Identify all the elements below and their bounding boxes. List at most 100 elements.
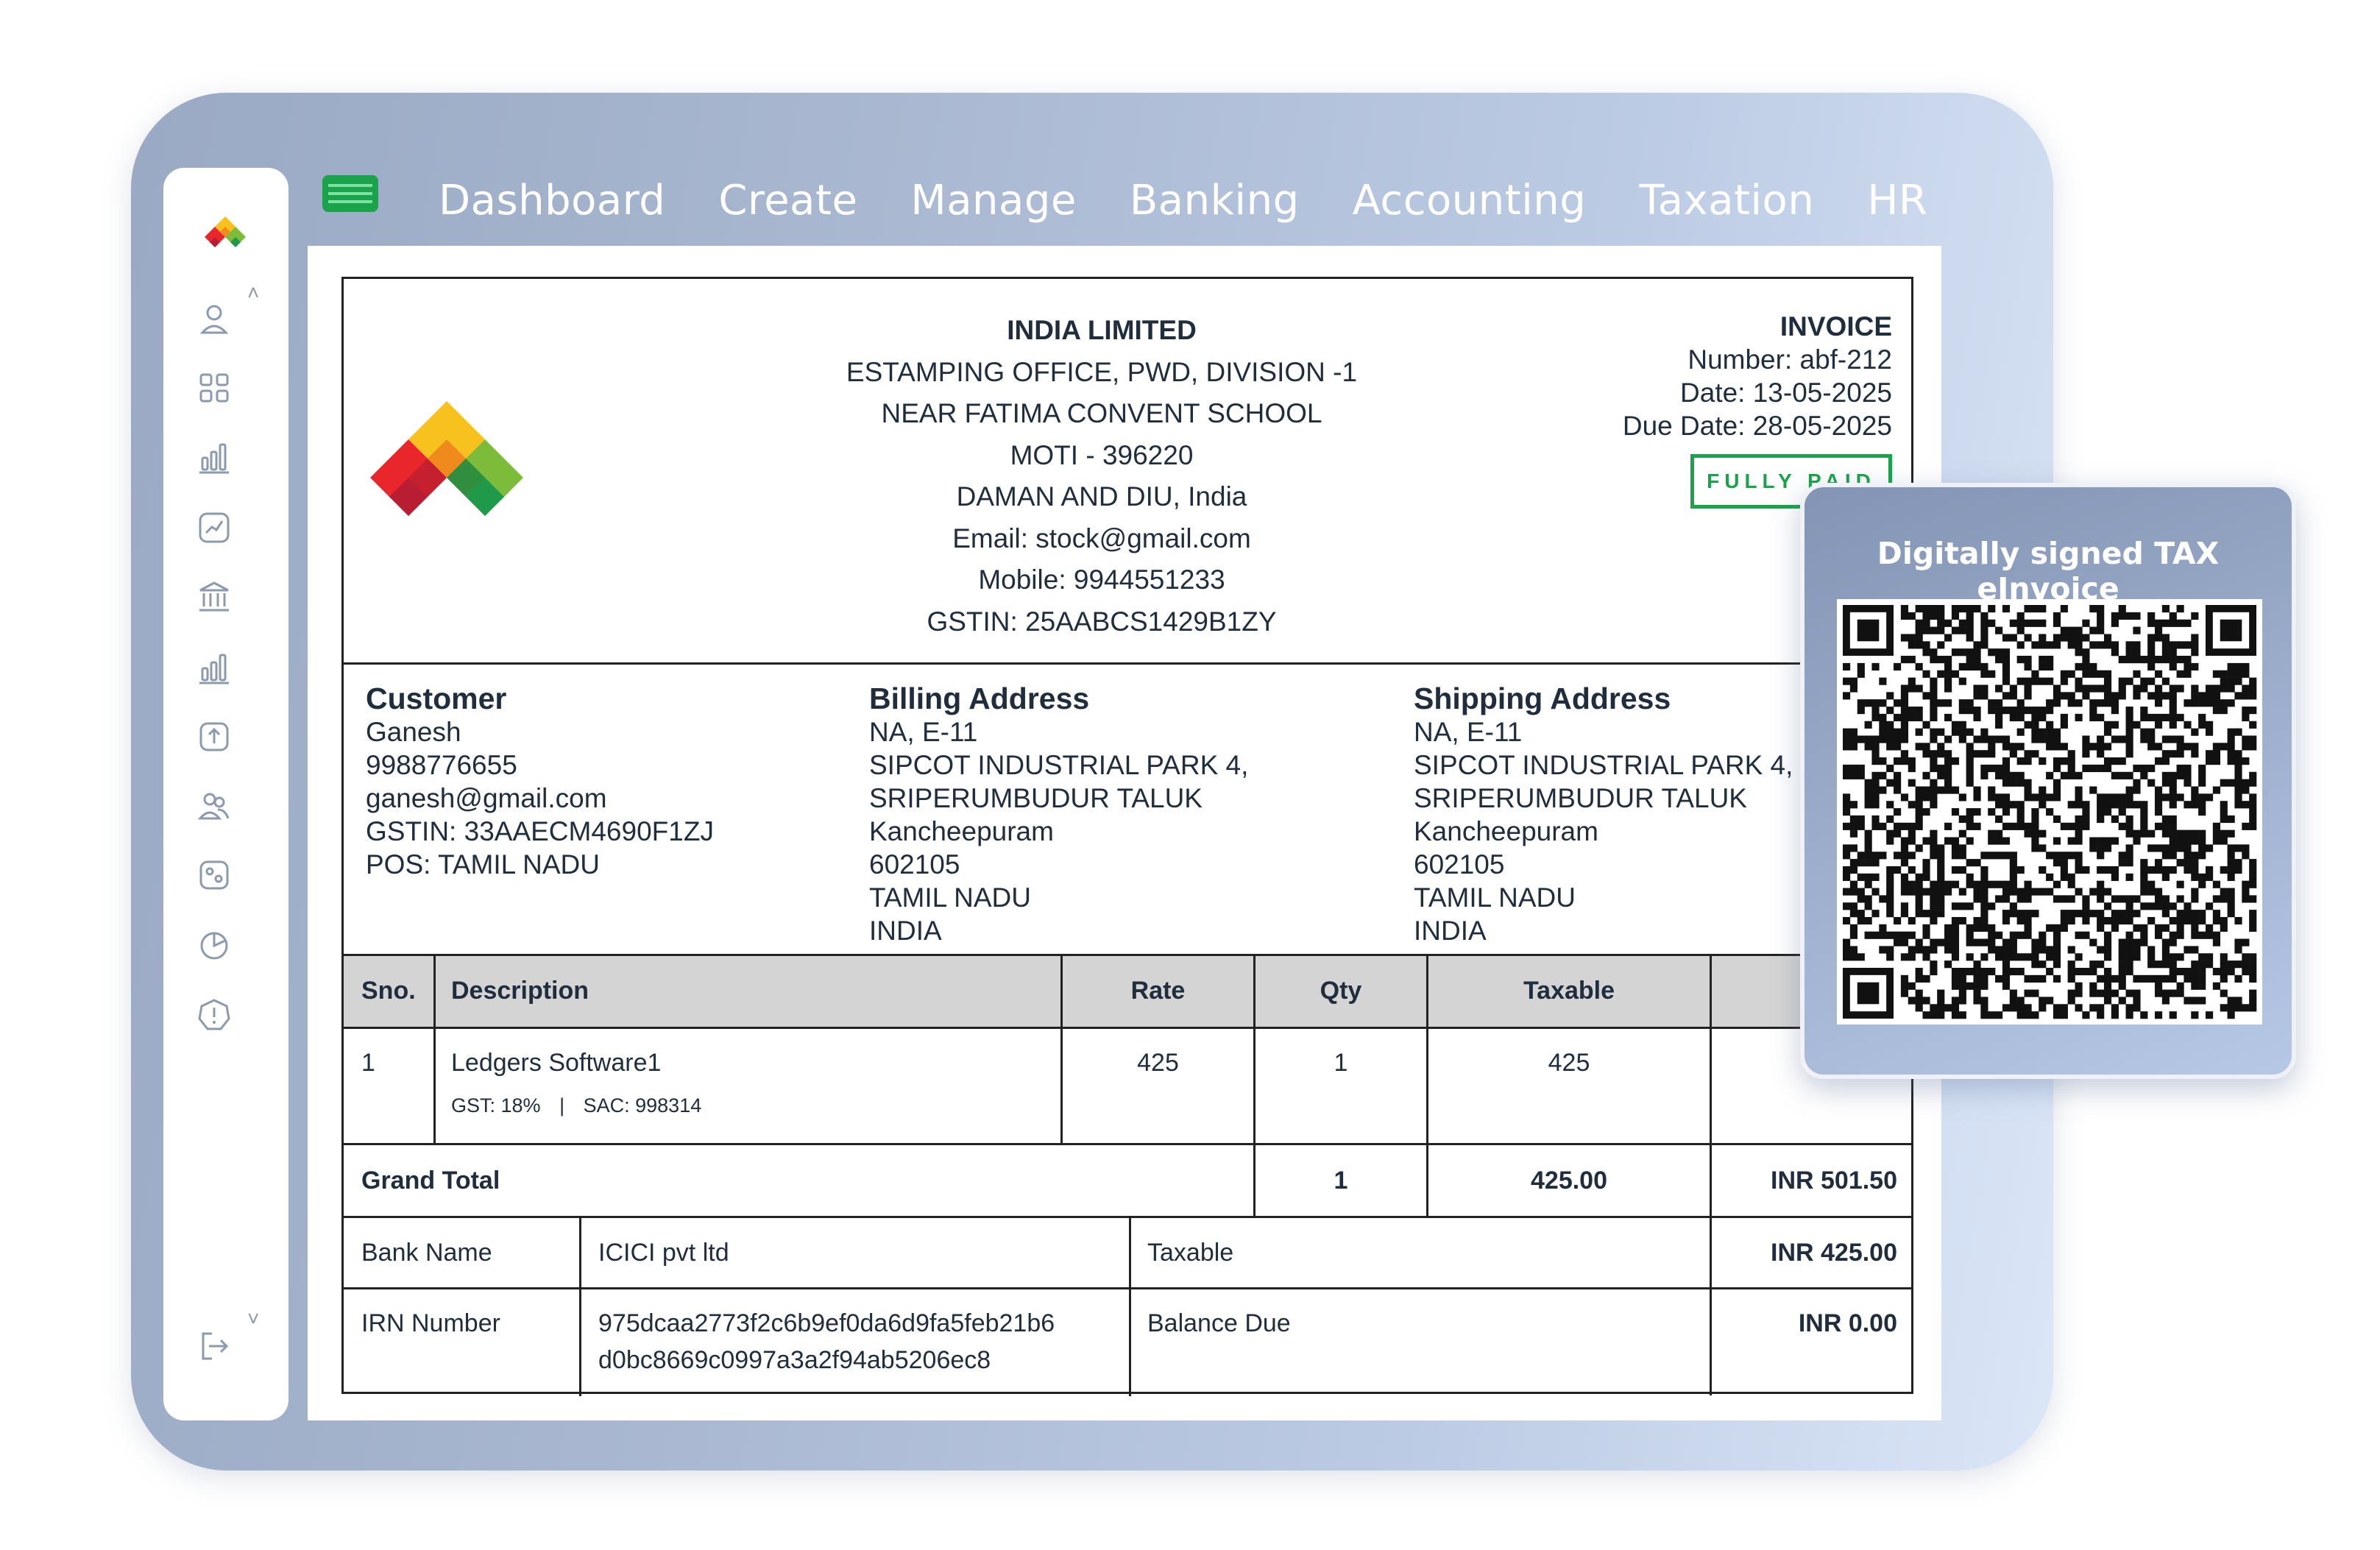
shipping-block: Shipping Address NA, E-11 SIPCOT INDUSTR… bbox=[1414, 682, 1793, 947]
top-nav: Dashboard Create Manage Banking Accounti… bbox=[439, 171, 1980, 230]
invoice-date: Date: 13-05-2025 bbox=[1680, 378, 1892, 408]
billing-line: INDIA bbox=[869, 916, 942, 946]
row-qty: 1 bbox=[1334, 1049, 1348, 1077]
company-info: INDIA LIMITED ESTAMPING OFFICE, PWD, DIV… bbox=[800, 310, 1403, 643]
sidebar-logout-icon[interactable] bbox=[180, 1319, 249, 1373]
customer-phone: 9988776655 bbox=[366, 750, 517, 780]
sidebar-alert-icon[interactable] bbox=[180, 988, 249, 1042]
bank-name-value: ICICI pvt ltd bbox=[598, 1239, 729, 1267]
irn-value-line2: d0bc8669c0997a3a2f94ab5206ec8 bbox=[598, 1346, 991, 1374]
brand-logo-icon bbox=[205, 216, 246, 247]
customer-email: ganesh@gmail.com bbox=[366, 783, 607, 813]
grand-total-amount: INR 501.50 bbox=[1771, 1167, 1897, 1195]
user-icon bbox=[199, 305, 229, 334]
shipping-line: SRIPERUMBUDUR TALUK bbox=[1414, 783, 1747, 813]
billing-line: TAMIL NADU bbox=[869, 882, 1031, 913]
company-address-line: DAMAN AND DIU, India bbox=[956, 481, 1247, 512]
balance-due-amount: INR 0.00 bbox=[1798, 1309, 1897, 1337]
shipping-heading: Shipping Address bbox=[1414, 682, 1671, 715]
sidebar-bar-chart-icon[interactable] bbox=[180, 430, 249, 484]
company-logo-icon bbox=[370, 401, 523, 516]
row-sno: 1 bbox=[361, 1049, 375, 1077]
col-header-taxable: Taxable bbox=[1523, 977, 1615, 1005]
company-address-line: MOTI - 396220 bbox=[1010, 439, 1194, 470]
qr-code-frame bbox=[1837, 599, 2262, 1025]
customer-heading: Customer bbox=[366, 682, 507, 715]
bank-icon bbox=[199, 581, 229, 612]
company-address-line: NEAR FATIMA CONVENT SCHOOL bbox=[881, 398, 1322, 428]
sidebar-scroll-up-icon[interactable]: ˄ bbox=[247, 281, 259, 305]
company-name: INDIA LIMITED bbox=[1007, 315, 1197, 345]
nav-hr[interactable]: HR bbox=[1867, 177, 1927, 224]
customer-gstin: GSTIN: 33AAECM4690F1ZJ bbox=[366, 816, 714, 846]
invoice-document: INDIA LIMITED ESTAMPING OFFICE, PWD, DIV… bbox=[341, 277, 1913, 1396]
customer-pos: POS: TAMIL NADU bbox=[366, 849, 600, 880]
taxable-label: Taxable bbox=[1147, 1239, 1234, 1267]
nav-accounting[interactable]: Accounting bbox=[1353, 177, 1587, 224]
table-rule bbox=[344, 954, 1911, 956]
billing-line: SRIPERUMBUDUR TALUK bbox=[869, 783, 1203, 813]
billing-line: 602105 bbox=[869, 849, 960, 880]
grand-total-qty: 1 bbox=[1334, 1167, 1348, 1195]
row-rate: 425 bbox=[1137, 1049, 1179, 1077]
sidebar-scroll-down-icon[interactable]: ˅ bbox=[247, 1307, 259, 1331]
sidebar-upload-icon[interactable] bbox=[180, 709, 249, 764]
grand-total-label: Grand Total bbox=[361, 1167, 500, 1195]
qr-card-title: Digitally signed TAX eInvoice bbox=[1877, 536, 2220, 606]
col-header-qty: Qty bbox=[1320, 977, 1362, 1005]
billing-line: SIPCOT INDUSTRIAL PARK 4, bbox=[869, 750, 1249, 780]
chart-box-icon bbox=[199, 512, 230, 543]
company-mobile: Mobile: 9944551233 bbox=[978, 565, 1225, 595]
nav-manage[interactable]: Manage bbox=[910, 177, 1076, 224]
company-address-line: ESTAMPING OFFICE, PWD, DIVISION -1 bbox=[846, 356, 1358, 387]
sidebar-pie-chart-icon[interactable] bbox=[180, 919, 249, 973]
col-header-sno: Sno. bbox=[361, 977, 416, 1005]
shipping-line: Kancheepuram bbox=[1414, 816, 1598, 846]
row-taxable: 425 bbox=[1548, 1049, 1590, 1077]
nav-dashboard[interactable]: Dashboard bbox=[439, 177, 665, 224]
col-header-rate: Rate bbox=[1130, 977, 1186, 1005]
shipping-line: SIPCOT INDUSTRIAL PARK 4, bbox=[1414, 750, 1793, 780]
customer-block: Customer Ganesh 9988776655 ganesh@gmail.… bbox=[366, 682, 714, 881]
sidebar-chart-box-icon[interactable] bbox=[180, 500, 249, 555]
upload-icon bbox=[199, 722, 229, 751]
sidebar-user-icon[interactable] bbox=[180, 291, 249, 346]
logout-icon bbox=[202, 1332, 229, 1360]
invoice-title: INVOICE bbox=[1779, 311, 1892, 342]
menu-icon[interactable] bbox=[321, 174, 380, 213]
nav-create[interactable]: Create bbox=[718, 177, 857, 224]
sidebar-bar-chart-2-icon[interactable] bbox=[180, 640, 249, 695]
nav-banking[interactable]: Banking bbox=[1130, 177, 1300, 224]
sidebar-grid-icon[interactable] bbox=[180, 361, 249, 415]
bar-chart-icon bbox=[199, 443, 229, 474]
table-rule bbox=[433, 954, 436, 1144]
company-email: Email: stock@gmail.com bbox=[952, 523, 1251, 553]
row-sac: SAC: 998314 bbox=[583, 1094, 702, 1117]
shipping-line: INDIA bbox=[1414, 916, 1487, 946]
billing-heading: Billing Address bbox=[869, 682, 1090, 715]
invoice-info: INVOICE Number: abf-212 Date: 13-05-2025… bbox=[1623, 310, 1892, 442]
alert-icon bbox=[198, 999, 230, 1030]
row-description: Ledgers Software1 bbox=[451, 1049, 662, 1077]
row-gst: GST: 18% bbox=[451, 1094, 541, 1117]
sidebar-settings-sliders-icon[interactable] bbox=[180, 848, 249, 902]
shipping-line: NA, E-11 bbox=[1414, 717, 1523, 747]
shipping-line: TAMIL NADU bbox=[1414, 882, 1576, 913]
billing-line: NA, E-11 bbox=[869, 717, 978, 747]
irn-value-line1: 975dcaa2773f2c6b9ef0da6d9fa5feb21b6 bbox=[598, 1309, 1055, 1337]
nav-taxation[interactable]: Taxation bbox=[1639, 177, 1814, 224]
pie-chart-icon bbox=[200, 932, 228, 960]
users-icon bbox=[197, 793, 230, 820]
invoice-header: INDIA LIMITED ESTAMPING OFFICE, PWD, DIV… bbox=[344, 279, 1911, 665]
bar-chart-2-icon bbox=[199, 654, 229, 684]
row-tax-info: GST: 18% | SAC: 998314 bbox=[451, 1094, 701, 1117]
table-rule bbox=[344, 1027, 1911, 1029]
billing-block: Billing Address NA, E-11 SIPCOT INDUSTRI… bbox=[869, 682, 1248, 947]
table-rule bbox=[344, 1143, 1911, 1145]
bank-name-label: Bank Name bbox=[361, 1239, 492, 1267]
table-rule bbox=[1129, 1217, 1131, 1396]
irn-label: IRN Number bbox=[361, 1309, 500, 1337]
sidebar-bank-icon[interactable] bbox=[180, 570, 249, 624]
sidebar-users-icon[interactable] bbox=[180, 779, 249, 833]
customer-name: Ganesh bbox=[366, 717, 461, 747]
